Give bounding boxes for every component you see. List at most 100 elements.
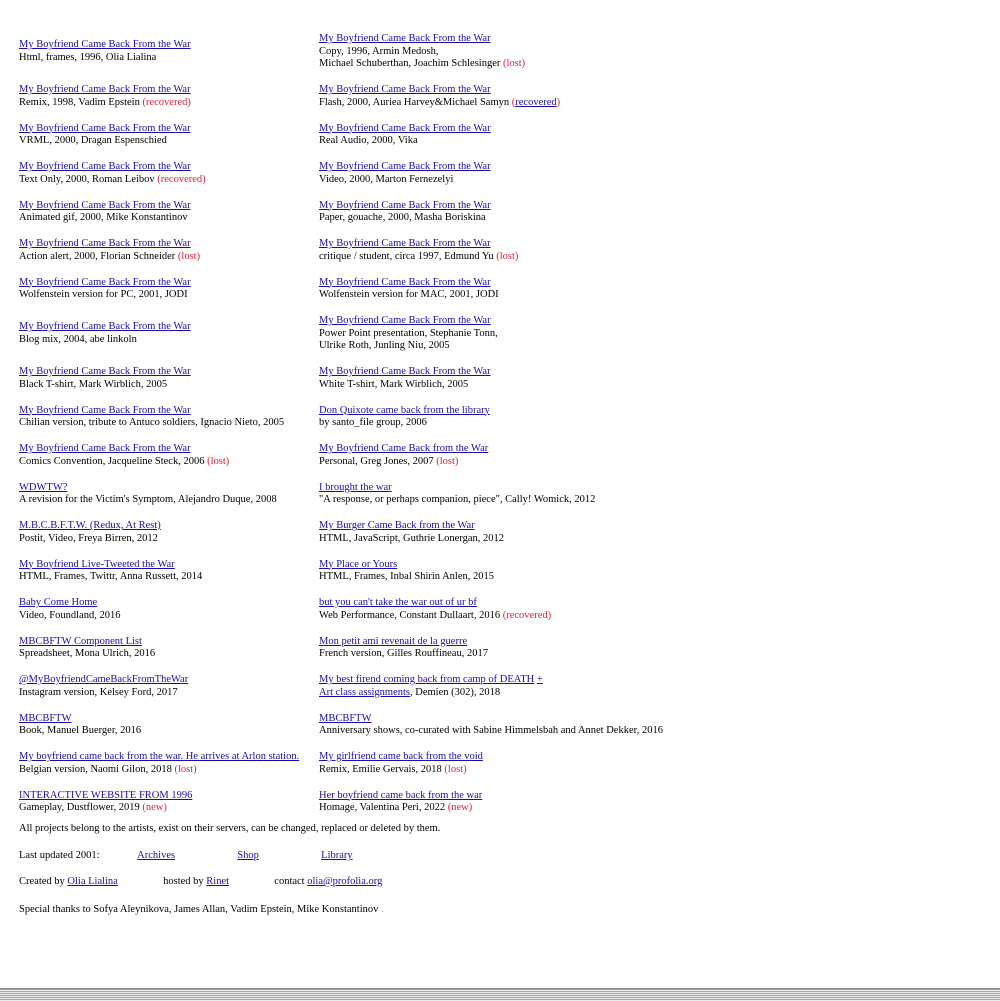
project-title-link[interactable]: My best firend coming back from camp of … (319, 674, 534, 685)
project-description: Power Point presentation, Stephanie Tonn… (319, 328, 739, 341)
row-spacer (319, 225, 739, 239)
row-spacer (319, 302, 739, 316)
project-title-line: My Boyfriend Live-Tweeted the War (19, 559, 319, 572)
project-title-link[interactable]: My Boyfriend Came Back From the War (19, 405, 191, 416)
row-spacer (319, 468, 739, 482)
archives-link[interactable]: Archives (137, 850, 175, 861)
description-text: Anniversary shows, co-curated with Sabin… (319, 725, 663, 736)
row-spacer (19, 699, 319, 713)
project-entry: My Boyfriend Came Back From the War Black… (19, 366, 319, 391)
project-title-link[interactable]: My Boyfriend Came Back From the War (19, 84, 191, 95)
project-title-link[interactable]: INTERACTIVE WEBSITE FROM 1996 (19, 790, 192, 801)
library-link[interactable]: Library (321, 850, 353, 861)
project-title-link[interactable]: My Boyfriend Came Back from the War (319, 443, 488, 454)
project-title-link[interactable]: My Boyfriend Came Back From the War (19, 200, 191, 211)
project-title-link[interactable]: My Boyfriend Came Back From the War (319, 366, 491, 377)
description-text: Book, Manuel Buerger, 2016 (19, 725, 142, 736)
project-title-link[interactable]: My Place or Yours (319, 559, 397, 570)
row-spacer (319, 353, 739, 367)
project-title-link[interactable]: Baby Come Home (19, 597, 97, 608)
description-text: Blog mix, 2004, abe linkoln (19, 333, 137, 345)
project-title-link[interactable]: My boyfriend came back from the war. He … (19, 751, 299, 762)
project-title-link[interactable]: My Boyfriend Came Back From the War (19, 238, 191, 249)
description-text: French version, Gilles Rouffineau, 2017 (319, 648, 488, 659)
project-title-link[interactable]: My Boyfriend Came Back From the War (319, 315, 491, 326)
project-title-link[interactable]: MBCBFTW Component List (19, 636, 142, 647)
project-title-link[interactable]: My Boyfriend Came Back From the War (319, 33, 491, 44)
project-description: Instagram version, Kelsey Ford, 2017 (19, 687, 319, 700)
project-title-link[interactable]: I brought the war (319, 482, 392, 493)
project-entry: INTERACTIVE WEBSITE FROM 1996 Gameplay, D… (19, 790, 319, 815)
project-entry: My Boyfriend Came Back From the War Paper… (319, 200, 739, 225)
project-description: HTML, Frames, Twittr, Anna Russett, 2014 (19, 571, 319, 584)
email-link[interactable]: olia@profolia.org (307, 876, 382, 887)
row-spacer (19, 391, 319, 405)
project-title-link[interactable]: My Boyfriend Came Back From the War (319, 200, 491, 211)
description-text: Wolfenstein version for PC, 2001, JODI (19, 289, 188, 300)
project-extra-link[interactable]: Art class assignments (319, 687, 410, 698)
project-title-link[interactable]: WDWTW? (19, 482, 67, 493)
status-link[interactable]: recovered (515, 97, 556, 108)
project-title-link[interactable]: @MyBoyfriendCameBackFromTheWar (19, 674, 188, 685)
project-title-link[interactable]: My Burger Came Back from the War (319, 520, 475, 531)
project-title-link[interactable]: MBCBFTW (319, 713, 372, 724)
description-text: critique / student, circa 1997, Edmund Y… (319, 250, 494, 262)
project-title-link[interactable]: My Boyfriend Came Back From the War (19, 39, 191, 50)
project-title-link[interactable]: My Boyfriend Came Back From the War (319, 161, 491, 172)
thanks-text: Special thanks to Sofya Aleynikova, Jame… (19, 904, 379, 915)
project-title-link[interactable]: Mon petit ami revenait de la guerre (319, 636, 467, 647)
project-plus-link[interactable]: + (537, 674, 543, 685)
project-title-link[interactable]: My Boyfriend Came Back From the War (19, 321, 191, 332)
project-description: Comics Convention, Jacqueline Steck, 200… (19, 456, 319, 469)
project-description: by santo_file group, 2006 (319, 417, 739, 430)
row-spacer (319, 186, 739, 200)
project-title-link[interactable]: My Boyfriend Came Back From the War (319, 123, 491, 134)
project-entry: M.B.C.B.F.T.W. (Redux, At Rest) Postit, V… (19, 520, 319, 545)
description-text: VRML, 2000, Dragan Espenschied (19, 135, 167, 146)
row-spacer (19, 430, 319, 444)
project-title-link[interactable]: My Boyfriend Came Back From the War (319, 277, 491, 288)
status-badge: (recovered) (502, 609, 552, 621)
project-title-link[interactable]: Don Quixote came back from the library (319, 405, 490, 416)
row-spacer (19, 353, 319, 367)
project-title-line: Don Quixote came back from the library (319, 405, 739, 418)
description-text: Remix, Emilie Gervais, 2018 (319, 763, 442, 775)
project-title-line: My Boyfriend Came Back From the War (319, 200, 739, 213)
project-title-line: My Boyfriend Came Back From the War (19, 277, 319, 290)
project-title-link[interactable]: M.B.C.B.F.T.W. (Redux, At Rest) (19, 520, 161, 531)
project-title-line: My Boyfriend Came Back From the War (319, 366, 739, 379)
shop-link[interactable]: Shop (237, 850, 259, 861)
project-title-link[interactable]: My Boyfriend Live-Tweeted the War (19, 559, 175, 570)
host-link[interactable]: Rinet (206, 876, 229, 887)
project-title-link[interactable]: Her boyfriend came back from the war (319, 790, 482, 801)
status-badge: (recovered) (157, 173, 206, 185)
project-description: Postit, Video, Freya Birren, 2012 (19, 533, 319, 546)
description-text: Instagram version, Kelsey Ford, 2017 (19, 686, 178, 698)
project-title-link[interactable]: but you can't take the war out of ur bf (319, 597, 477, 608)
project-title-line: My Boyfriend Came Back From the War (19, 200, 319, 213)
row-spacer (19, 468, 319, 482)
project-description: "A response, or perhaps companion, piece… (319, 494, 739, 507)
project-entry: My Burger Came Back from the War HTML, Ja… (319, 520, 739, 545)
row-spacer (319, 738, 739, 752)
project-title-link[interactable]: My Boyfriend Came Back From the War (319, 84, 491, 95)
description-text: HTML, Frames, Twittr, Anna Russett, 2014 (19, 571, 203, 582)
project-title-line: Mon petit ami revenait de la guerre (319, 636, 739, 649)
description-text: Black T-shirt, Mark Wirblich, 2005 (19, 378, 168, 390)
project-title-link[interactable]: MBCBFTW (19, 713, 72, 724)
project-title-link[interactable]: My Boyfriend Came Back From the War (19, 366, 191, 377)
project-entry: I brought the war "A response, or perhaps… (319, 482, 739, 507)
project-title-link[interactable]: My Boyfriend Came Back From the War (19, 161, 191, 172)
project-title-link[interactable]: My girlfriend came back from the void (319, 751, 483, 762)
project-title-link[interactable]: My Boyfriend Came Back From the War (19, 123, 191, 134)
row-spacer (319, 263, 739, 277)
author-link[interactable]: Olia Lialina (67, 876, 117, 887)
project-entry: My Boyfriend Came Back From the War Power… (319, 315, 739, 353)
project-entry: My Boyfriend Came Back From the War Comic… (19, 443, 319, 468)
project-description: HTML, Frames, Inbal Shirin Anlen, 2015 (319, 571, 739, 584)
project-title-link[interactable]: My Boyfriend Came Back From the War (19, 443, 191, 454)
project-title-link[interactable]: My Boyfriend Came Back From the War (19, 277, 191, 288)
project-title-link[interactable]: My Boyfriend Came Back From the War (319, 238, 491, 249)
row-spacer (19, 263, 319, 277)
project-title-line: @MyBoyfriendCameBackFromTheWar (19, 674, 319, 687)
